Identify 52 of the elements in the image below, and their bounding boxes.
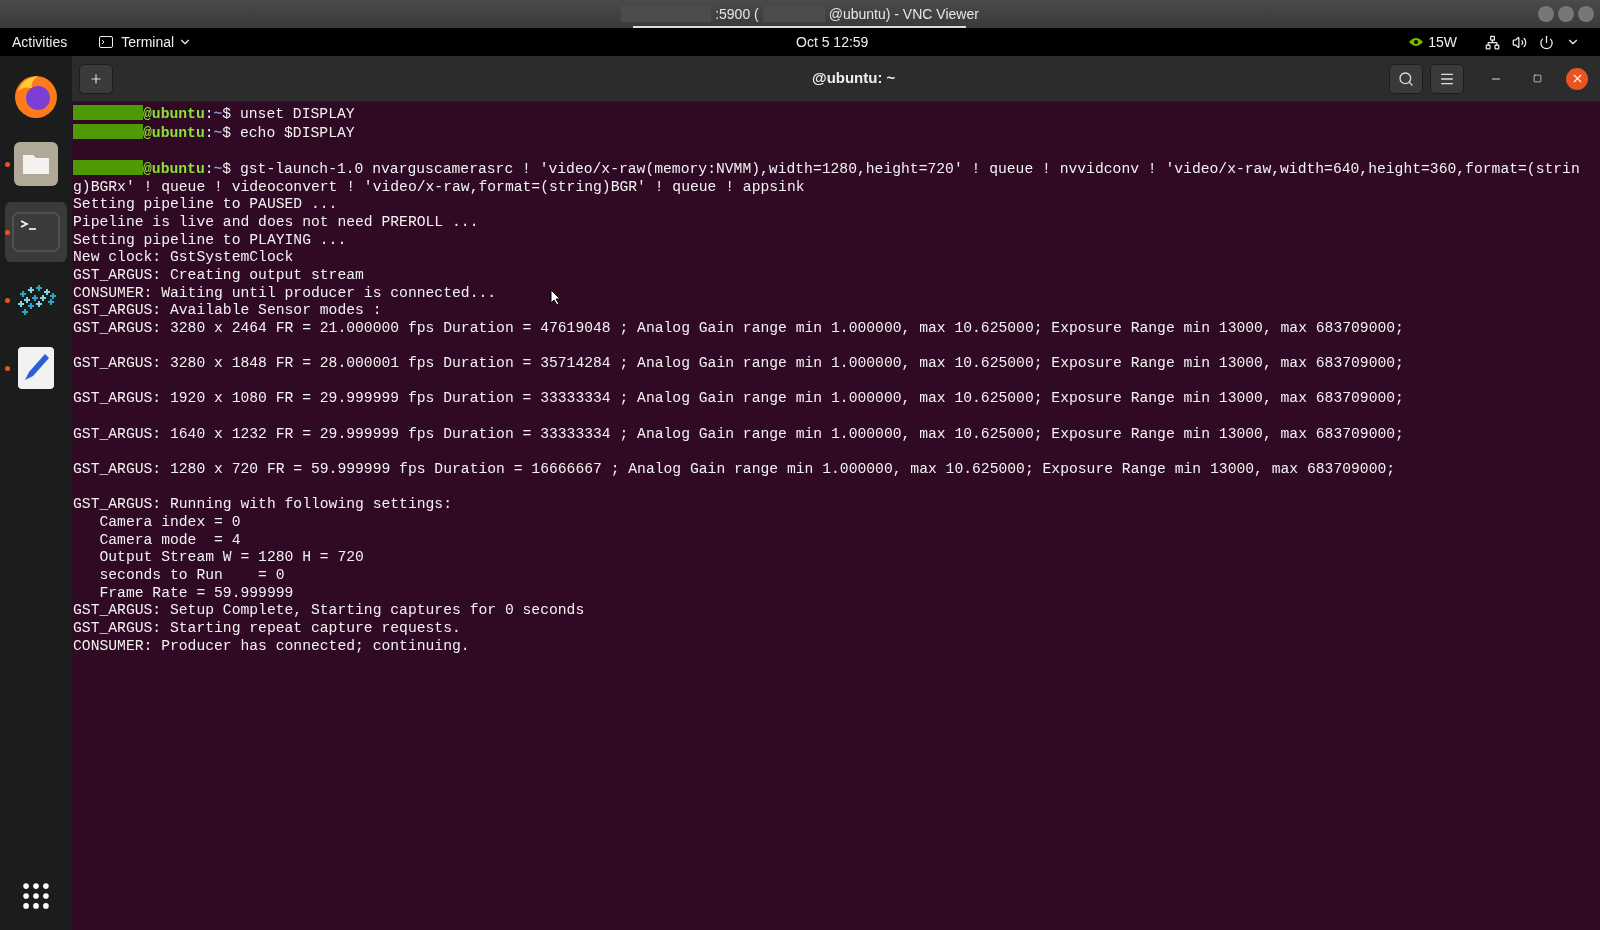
redacted-username — [73, 105, 143, 120]
menu-button[interactable] — [1430, 63, 1464, 94]
volume-icon[interactable] — [1512, 34, 1527, 50]
folder-icon — [13, 141, 59, 187]
mouse-pointer-icon — [550, 289, 562, 306]
output-line: GST_ARGUS: Running with following settings: — [73, 496, 452, 514]
eye-logo-icon — [1408, 36, 1425, 48]
output-line: GST_ARGUS: Creating output stream — [73, 266, 364, 285]
window-title: @ubuntu) - VNC Viewer — [828, 4, 979, 24]
activities-button[interactable]: Activities — [12, 31, 68, 53]
output-line: seconds to Run = 0 — [98, 566, 285, 585]
prompt-line: @ubuntu:~$ gst-launch-1.0 nvarguscamerasrc ! 'video/x-raw(memory:NVMM),width=1280,height=720' ! queue ! nvvidconv ! 'video/x-raw,width=640,height=360,format=(string)BGRx' ! queue ! videoconvert ! 'video/x-raw,format=(string)BGR' ! queue ! appsink — [73, 159, 1581, 197]
maximize-icon — [1532, 74, 1542, 83]
new-tab-button[interactable] — [79, 63, 113, 94]
output-line: New clock: GstSystemClock — [73, 249, 294, 267]
output-line: Camera mode = 4 — [98, 531, 241, 550]
terminal-title: @ubuntu: ~ — [812, 68, 896, 89]
output-line: GST_ARGUS: Setup Complete, Starting captures for 0 seconds — [73, 602, 585, 620]
search-icon — [1398, 70, 1414, 87]
clock[interactable]: Oct 5 12:59 — [796, 31, 869, 53]
power-icon[interactable] — [1539, 34, 1554, 50]
output-line: GST_ARGUS: 3280 x 2464 FR = 21.000000 fps Duration = 47619048 ; Analog Gain range min 1.000000, max 10.625000; Exposure Range min 13000, max 683709000; — [73, 319, 1404, 338]
output-line: Setting pipeline to PLAYING ... — [73, 231, 347, 250]
output-line: Camera index = 0 — [98, 514, 241, 532]
redacted-username — [73, 159, 143, 175]
output-line: CONSUMER: Waiting until producer is connected... — [73, 284, 497, 303]
window-title: :5900 ( — [715, 4, 759, 24]
prompt-line: @ubuntu:~$ unset DISPLAY — [73, 105, 1588, 124]
output-line: Frame Rate = 59.999999 — [98, 584, 294, 603]
output-line: CONSUMER: Producer has connected; continuing. — [73, 637, 470, 656]
output-line: GST_ARGUS: 3280 x 1848 FR = 28.000001 fps Duration = 35714284 ; Analog Gain range min 1.000000, max 10.625000; Exposure Range min 13000, max 683709000; — [73, 355, 1404, 373]
minimize-button[interactable] — [1538, 6, 1554, 22]
pencil-page-icon — [17, 346, 55, 390]
prompt-line: @ubuntu:~$ echo $DISPLAY — [73, 123, 1588, 143]
output-line: GST_ARGUS: Starting repeat capture requests. — [73, 619, 461, 638]
add-tab-icon — [89, 71, 103, 86]
output-line: Output Stream W = 1280 H = 720 — [98, 549, 364, 567]
power-mode-indicator[interactable]: 15W — [1408, 31, 1457, 53]
search-button[interactable] — [1389, 63, 1423, 94]
redacted-username — [73, 123, 143, 139]
network-icon[interactable] — [1485, 34, 1500, 50]
terminal-icon — [99, 36, 114, 48]
output-line: Setting pipeline to PAUSED ... — [73, 196, 338, 214]
app-menu[interactable]: Terminal — [99, 31, 193, 53]
output-line: GST_ARGUS: 1280 x 720 FR = 59.999999 fps Duration = 16666667 ; Analog Gain range min 1.000000, max 10.625000; Exposure Range min 13000, max 683709000; — [73, 461, 1396, 479]
maximize-button[interactable] — [1558, 6, 1574, 22]
output-line: GST_ARGUS: 1920 x 1080 FR = 29.999999 fps Duration = 33333334 ; Analog Gain range min 1.000000, max 10.625000; Exposure Range min 13000, max 683709000; — [73, 390, 1404, 409]
output-line: GST_ARGUS: 1640 x 1232 FR = 29.999999 fps Duration = 33333334 ; Analog Gain range min 1.000000, max 10.625000; Exposure Range min 13000, max 683709000; — [73, 425, 1404, 444]
close-button[interactable] — [1566, 67, 1588, 90]
terminal-icon — [12, 212, 60, 252]
output-line: GST_ARGUS: Available Sensor modes : — [73, 302, 382, 320]
output-line: Pipeline is live and does not need PREROLL ... — [73, 213, 479, 232]
